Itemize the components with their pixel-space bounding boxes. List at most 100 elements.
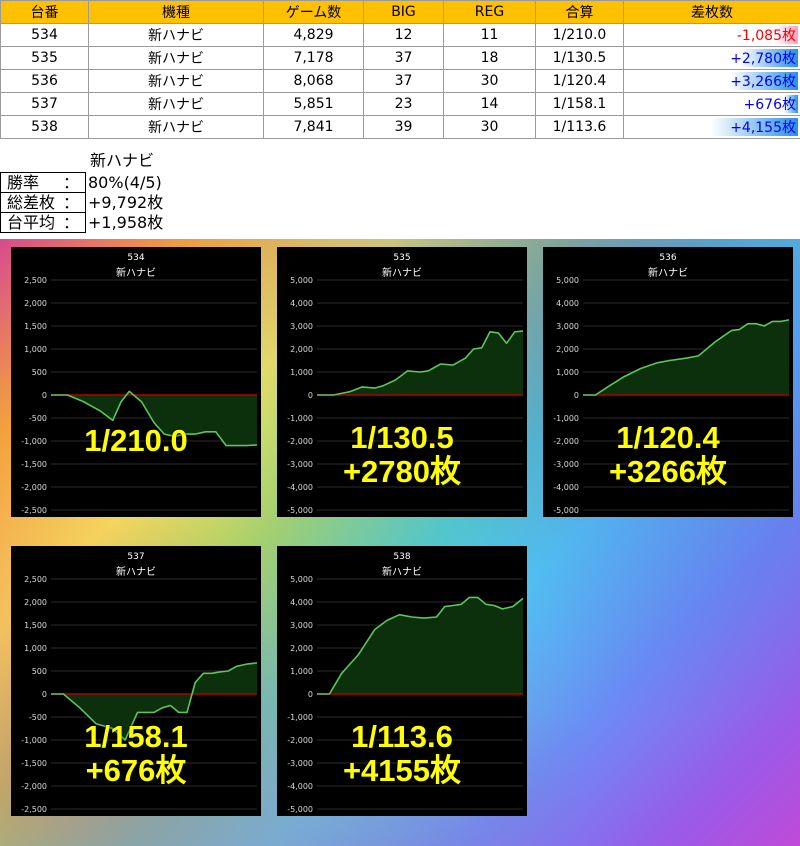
diff-value: -1,085枚 [736, 28, 796, 44]
overlay-diff: +676枚 [85, 753, 187, 788]
y-tick-label: 5,000 [556, 276, 579, 285]
header-big[interactable]: BIG [363, 0, 444, 24]
cell-diff: +3,266枚 [623, 69, 800, 93]
win-rate-value: 80%(4/5) [88, 173, 162, 192]
area-fill [317, 597, 523, 694]
y-tick-label: 2,000 [290, 644, 313, 653]
cell-reg: 30 [443, 115, 536, 139]
y-tick-label: 1,000 [24, 644, 47, 653]
chart-panel-537: 537 新ハナビ 2,500 2,000 1,500 1,000 500 0 -500 -1,00… [11, 546, 261, 816]
overlay-diff: +2780枚 [342, 454, 462, 489]
summary-row-win-rate: 勝率： 80%(4/5) [0, 172, 166, 193]
cell-reg: 30 [443, 69, 536, 93]
overlay-diff: +4155枚 [342, 753, 462, 788]
y-tick-label: -5,000 [287, 506, 313, 515]
cell-machine: 535 [0, 46, 89, 70]
header-model[interactable]: 機種 [88, 0, 264, 24]
y-tick-label: 1,000 [290, 368, 313, 377]
y-tick-label: -500 [29, 414, 47, 423]
average-label: 台平均： [0, 212, 86, 233]
overlay-combined: 1/210.0 [84, 423, 188, 458]
cell-games: 4,829 [263, 23, 364, 47]
chart-panel-536: 536 新ハナビ 5,000 4,000 3,000 2,000 1,000 0 -1,000-… [543, 247, 793, 517]
header-reg[interactable]: REG [443, 0, 536, 24]
cell-diff: +676枚 [623, 92, 800, 116]
cell-diff: -1,085枚 [623, 23, 800, 47]
cell-combined: 1/113.6 [535, 115, 624, 139]
y-tick-label: 3,000 [290, 621, 313, 630]
overlay-combined: 1/130.5 [350, 420, 454, 455]
y-tick-label: 3,000 [290, 322, 313, 331]
cell-combined: 1/210.0 [535, 23, 624, 47]
y-tick-label: 500 [32, 368, 47, 377]
y-tick-label: -1,500 [21, 460, 47, 469]
diff-value: +676枚 [743, 97, 796, 113]
chart-panel-534: 534 新ハナビ 2,500 2,000 1,500 1,000 500 0 -500 -1,00… [11, 247, 261, 517]
y-tick-label: 4,000 [556, 299, 579, 308]
y-tick-label: 4,000 [290, 598, 313, 607]
table-row: 535 新ハナビ 7,178 37 18 1/130.5 +2,780枚 [0, 46, 800, 70]
overlay-combined: 1/120.4 [616, 420, 720, 455]
average-value: +1,958枚 [88, 213, 164, 232]
y-tick-label: -2,500 [21, 805, 47, 814]
data-table: 台番 機種 ゲーム数 BIG REG 合算 差枚数 534 新ハナビ 4,829 12… [0, 0, 800, 139]
cell-model: 新ハナビ [88, 115, 264, 139]
cell-big: 37 [363, 69, 444, 93]
cell-combined: 1/120.4 [535, 69, 624, 93]
y-tick-label: 1,500 [24, 322, 47, 331]
header-combined[interactable]: 合算 [535, 0, 624, 24]
y-tick-label: 5,000 [290, 575, 313, 584]
table-row: 536 新ハナビ 8,068 37 30 1/120.4 +3,266枚 [0, 69, 800, 93]
cell-machine: 538 [0, 115, 89, 139]
table-row: 537 新ハナビ 5,851 23 14 1/158.1 +676枚 [0, 92, 800, 116]
diff-value: +4,155枚 [730, 120, 796, 136]
cell-diff: +4,155枚 [623, 115, 800, 139]
chart-area: 534 新ハナビ 2,500 2,000 1,500 1,000 500 0 -500 -1,00… [0, 239, 800, 846]
y-tick-label: 2,500 [24, 276, 47, 285]
cell-model: 新ハナビ [88, 23, 264, 47]
cell-big: 37 [363, 46, 444, 70]
overlay-combined: 1/113.6 [351, 719, 453, 754]
cell-machine: 537 [0, 92, 89, 116]
y-tick-label: 0 [308, 391, 313, 400]
y-tick-label: 0 [308, 690, 313, 699]
y-tick-label: 2,500 [24, 575, 47, 584]
table-header-row: 台番 機種 ゲーム数 BIG REG 合算 差枚数 [0, 0, 800, 24]
cell-machine: 534 [0, 23, 89, 47]
y-tick-label: 3,000 [556, 322, 579, 331]
header-machine[interactable]: 台番 [0, 0, 89, 24]
y-tick-label: 2,000 [290, 345, 313, 354]
summary-table: 勝率： 80%(4/5) 総差枚： +9,792枚 台平均： +1,958枚 [0, 172, 166, 233]
overlay-diff: +3266枚 [608, 454, 728, 489]
y-tick-label: -2,000 [21, 483, 47, 492]
y-tick-label: -5,000 [287, 805, 313, 814]
y-tick-label: -2,500 [21, 506, 47, 515]
overlay-combined: 1/158.1 [84, 719, 188, 754]
y-tick-label: 2,000 [24, 598, 47, 607]
summary-row-total-diff: 総差枚： +9,792枚 [0, 192, 166, 213]
y-tick-label: 4,000 [290, 299, 313, 308]
cell-reg: 14 [443, 92, 536, 116]
y-tick-label: 0 [42, 391, 47, 400]
cell-machine: 536 [0, 69, 89, 93]
cell-big: 39 [363, 115, 444, 139]
y-tick-label: 1,000 [290, 667, 313, 676]
summary-title: 新ハナビ [90, 151, 155, 170]
cell-games: 7,841 [263, 115, 364, 139]
table-row: 538 新ハナビ 7,841 39 30 1/113.6 +4,155枚 [0, 115, 800, 139]
cell-combined: 1/158.1 [535, 92, 624, 116]
table-row: 534 新ハナビ 4,829 12 11 1/210.0 -1,085枚 [0, 23, 800, 47]
cell-big: 12 [363, 23, 444, 47]
header-games[interactable]: ゲーム数 [263, 0, 364, 24]
chart-svg: 2,5002,0001,5001,0005000-500-1,000-1,500… [21, 276, 258, 515]
cell-combined: 1/130.5 [535, 46, 624, 70]
chart-panel-535: 535 新ハナビ 5,000 4,000 3,000 2,000 1,000 0 -1,000-… [277, 247, 527, 517]
header-diff[interactable]: 差枚数 [623, 0, 800, 24]
cell-model: 新ハナビ [88, 69, 264, 93]
y-tick-label: 0 [42, 690, 47, 699]
cell-model: 新ハナビ [88, 92, 264, 116]
cell-diff: +2,780枚 [623, 46, 800, 70]
cell-model: 新ハナビ [88, 46, 264, 70]
y-tick-label: 1,000 [556, 368, 579, 377]
y-tick-label: 500 [32, 667, 47, 676]
